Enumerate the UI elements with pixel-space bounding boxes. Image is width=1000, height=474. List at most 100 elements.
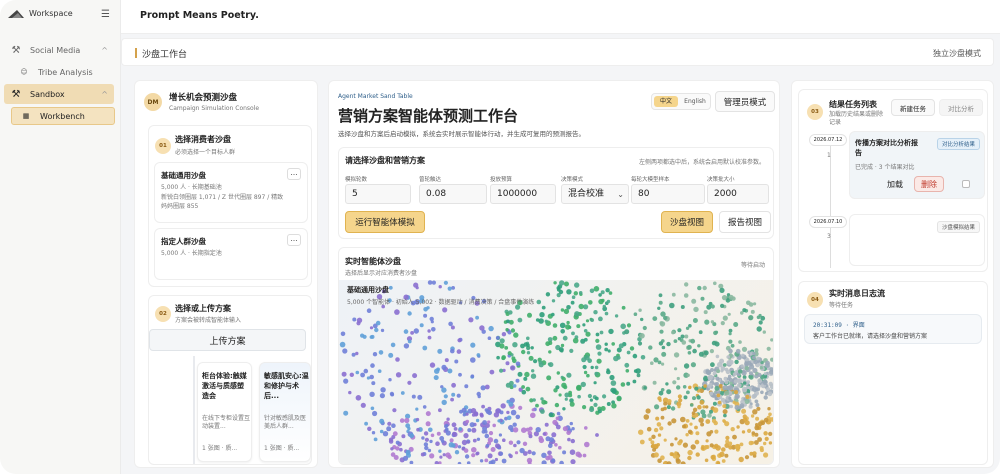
agent-dot — [562, 450, 567, 455]
agent-dot — [421, 436, 425, 440]
report-view-button[interactable]: 报告视图 — [719, 211, 771, 233]
agent-dot — [431, 327, 436, 332]
agent-dot — [577, 394, 581, 399]
agent-dot — [742, 308, 747, 313]
agent-dot — [360, 402, 366, 408]
agent-dot — [607, 349, 611, 353]
agent-dot — [702, 285, 707, 291]
sandbox-option-specified[interactable]: 指定人群沙盘 5,000 人 · 长期指定池 … — [154, 228, 308, 280]
rounds-input[interactable]: 5 — [345, 184, 411, 204]
agent-dot — [386, 426, 392, 432]
agent-dot — [764, 436, 769, 441]
compare-button[interactable]: 对比分析 — [939, 99, 983, 116]
standalone-mode-label[interactable]: 独立沙盘模式 — [933, 48, 981, 59]
run-simulation-button[interactable]: 运行智能体模拟 — [345, 211, 425, 233]
agent-dot — [715, 376, 720, 381]
agent-dot — [710, 362, 715, 368]
agent-dot — [593, 402, 598, 407]
agent-dot — [369, 374, 374, 380]
agent-dot — [667, 421, 672, 426]
task-checkbox[interactable] — [962, 180, 970, 188]
admin-mode-button[interactable]: 管理员模式 — [715, 91, 775, 112]
scroll-track — [193, 356, 195, 464]
agent-dot — [496, 355, 500, 360]
agent-dot — [687, 351, 692, 355]
agent-dot — [710, 304, 715, 309]
more-options-icon[interactable]: … — [287, 168, 301, 180]
agent-dot — [723, 413, 727, 418]
agent-dot — [450, 348, 455, 354]
sidebar-item-social-media[interactable]: ⚒ Social Media ^ — [4, 40, 114, 60]
agent-dot — [541, 460, 547, 464]
agent-dot — [427, 448, 432, 453]
upload-plan-button[interactable]: 上传方案 — [149, 329, 306, 351]
plan-card[interactable]: 敏感肌安心:温和修护与术后... 针对敏感肌及医美后人群... 1 张图 · 质… — [259, 362, 311, 462]
agent-dot — [522, 441, 528, 446]
main-area: 沙盘工作台 独立沙盘模式 DM 增长机会预测沙盘 Campaign Simula… — [121, 34, 1000, 474]
agent-dot — [415, 417, 420, 422]
agent-dot — [466, 461, 471, 464]
agent-dot — [755, 403, 760, 407]
agent-dot — [407, 426, 411, 431]
sidebar-item-workbench[interactable]: ▦ Workbench — [11, 107, 115, 125]
workspace-switcher[interactable]: Workspace — [8, 9, 73, 18]
agent-dot — [587, 358, 592, 363]
sandbox-option-basic[interactable]: 基础通用沙盘 5,000 人 · 长期基础池 新锐白领圈层 1,071 / Z … — [154, 162, 308, 223]
task-card[interactable]: 沙盘模拟结果 — [849, 214, 985, 266]
agent-dot — [570, 459, 576, 464]
agent-dot — [551, 299, 556, 303]
field-label: 每轮大模型样本 — [631, 177, 670, 183]
agent-dot — [624, 329, 630, 335]
agent-dot — [530, 412, 536, 419]
decision-mode-select[interactable]: 混合校准 ⌄ — [561, 184, 629, 204]
plan-card[interactable]: 柜台体验:触媒激活与质感塑造会 在线下专柜设置互动装置... 1 张图 · 质.… — [197, 362, 252, 462]
agent-dot — [673, 352, 680, 358]
reach-input[interactable]: 0.08 — [419, 184, 487, 204]
agent-dot — [493, 438, 499, 444]
budget-input[interactable]: 1000000 — [490, 184, 556, 204]
agent-dot — [583, 329, 588, 333]
agent-dot — [548, 362, 554, 368]
users-icon: ☺ — [20, 68, 28, 76]
agent-dot — [429, 453, 435, 459]
task-card-selected[interactable]: 传播方案对比分析报告 对比分析结果 已完成 · 3 个结果对比 加载 删除 — [849, 131, 985, 199]
agent-dot — [480, 385, 486, 391]
agent-dot — [548, 341, 553, 345]
agent-dot — [703, 350, 709, 356]
agent-dot — [760, 315, 766, 321]
agent-dot — [369, 391, 375, 397]
agent-dot — [721, 459, 726, 463]
lang-zh-option[interactable]: 中文 — [654, 96, 678, 107]
sandbox-view-button[interactable]: 沙盘视图 — [661, 211, 713, 233]
more-options-icon[interactable]: … — [287, 234, 301, 246]
agent-dot — [744, 420, 750, 426]
agent-dot — [722, 419, 727, 424]
sidebar-item-tribe-analysis[interactable]: ☺ Tribe Analysis — [10, 62, 114, 82]
agent-dot — [542, 432, 546, 436]
load-button[interactable]: 加载 — [880, 176, 910, 192]
agent-dot — [505, 328, 509, 332]
sidebar-item-sandbox[interactable]: ⚒ Sandbox ^ — [4, 84, 114, 104]
lang-en-option[interactable]: English — [680, 96, 710, 107]
step3-title: 结果任务列表 — [829, 100, 877, 109]
agent-dot — [704, 319, 710, 325]
agent-dot — [343, 410, 349, 416]
delete-button[interactable]: 删除 — [914, 176, 944, 192]
agent-dot — [632, 379, 637, 384]
llm-sample-input[interactable]: 80 — [631, 184, 705, 204]
agent-dot — [658, 390, 664, 396]
agent-dot — [651, 443, 656, 448]
agent-dot — [494, 457, 498, 462]
agent-dot — [459, 409, 463, 414]
agent-dot — [735, 348, 741, 354]
batch-size-input[interactable]: 2000 — [707, 184, 769, 204]
new-task-button[interactable]: 新建任务 — [891, 99, 935, 116]
agent-dot — [675, 455, 680, 459]
sandbox-canvas[interactable]: 基础通用沙盘 5,000 个智能体 · 初始人 5,002 · 数据驱动 / 消… — [339, 280, 773, 464]
agent-dot — [429, 316, 434, 322]
agent-dot — [536, 299, 542, 305]
agent-dot — [593, 286, 600, 292]
live-title: 实时智能体沙盘 — [345, 257, 401, 266]
collapse-menu-icon[interactable]: ☰ — [101, 9, 110, 20]
agent-dot — [653, 452, 659, 458]
